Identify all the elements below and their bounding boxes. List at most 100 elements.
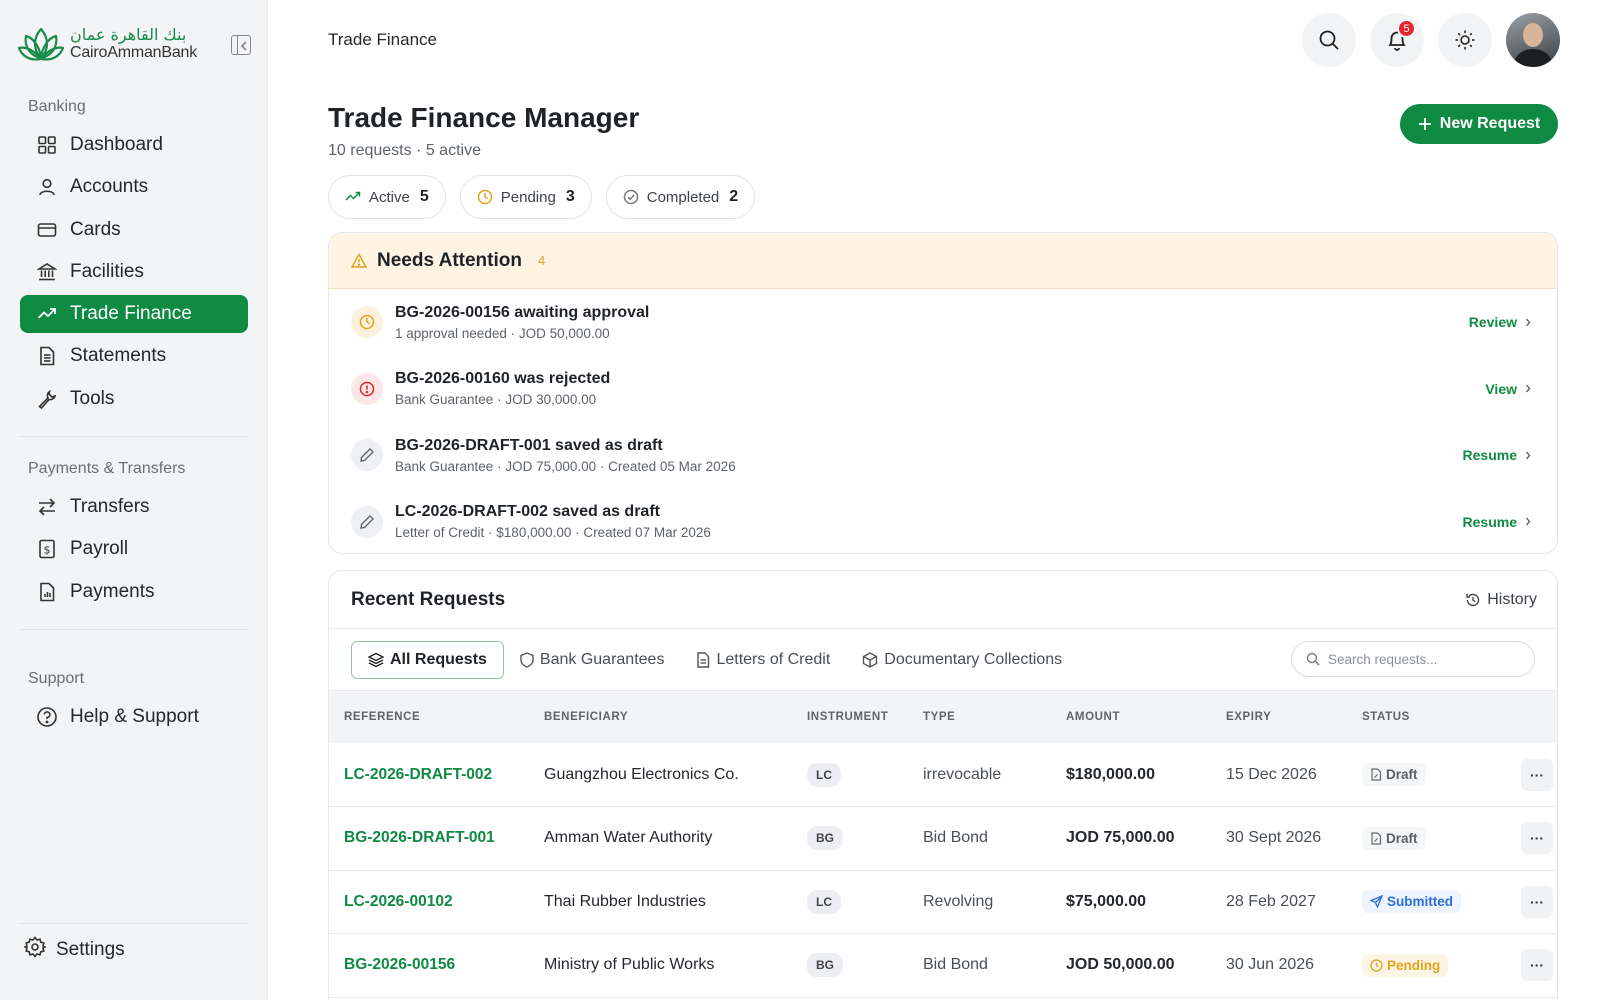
trend-icon (345, 191, 361, 201)
beneficiary-cell: Thai Rubber Industries (529, 870, 792, 934)
search-placeholder: Search requests... (1328, 651, 1438, 667)
row-more-button[interactable]: ··· (1521, 949, 1553, 982)
action-label: Review (1468, 314, 1517, 330)
beneficiary-cell: Amman Water Authority (529, 806, 792, 871)
attention-item: BG-2026-00156 awaiting approval 1 approv… (329, 289, 1557, 356)
amount-cell: $75,000.00 (1051, 870, 1211, 934)
column-header[interactable]: AMOUNT (1051, 691, 1211, 743)
sidebar-item-payments[interactable]: Payments (20, 573, 248, 611)
sidebar-item-help-support[interactable]: Help & Support (20, 698, 248, 736)
svg-text:$: $ (44, 544, 51, 557)
chip-count: 5 (419, 188, 429, 205)
user-icon (36, 176, 58, 198)
review-link[interactable]: Review (1469, 314, 1531, 330)
recent-requests-panel: Recent Requests History All Requests Ban… (328, 570, 1558, 1000)
status-label: Draft (1386, 830, 1418, 846)
gear-icon (23, 936, 47, 964)
expiry-cell: 28 Feb 2027 (1211, 870, 1347, 934)
tab-bank-guarantees[interactable]: Bank Guarantees (504, 641, 681, 679)
warning-icon (351, 252, 367, 268)
table-row[interactable]: LC-2026-DRAFT-002 Guangzhou Electronics … (329, 743, 1557, 807)
sidebar-item-settings[interactable]: Settings (23, 936, 125, 964)
package-icon (863, 651, 878, 668)
request-filter-bar: All Requests Bank Guarantees Letters of … (329, 629, 1557, 691)
column-header[interactable]: STATUS (1347, 691, 1492, 743)
instrument-cell: LC (792, 743, 908, 807)
sidebar-item-dashboard[interactable]: Dashboard (20, 126, 248, 164)
sidebar-item-accounts[interactable]: Accounts (20, 168, 248, 206)
chevron-right-icon (1526, 451, 1531, 459)
column-header[interactable]: TYPE (908, 691, 1051, 743)
column-header[interactable]: INSTRUMENT (792, 691, 908, 743)
chip-label: Completed (646, 188, 720, 206)
alert-circle-icon (351, 372, 383, 405)
plus-icon (1418, 118, 1431, 130)
table-row[interactable]: BG-2026-DRAFT-001 Amman Water Authority … (329, 806, 1557, 871)
chip-pending[interactable]: Pending 3 (459, 175, 592, 219)
search-input[interactable]: Search requests... (1291, 641, 1535, 677)
recent-requests-header: Recent Requests (329, 571, 1557, 629)
tab-documentary-collections[interactable]: Documentary Collections (846, 641, 1078, 679)
tab-all-requests[interactable]: All Requests (351, 640, 504, 679)
row-more-button[interactable]: ··· (1521, 885, 1553, 918)
history-icon (1466, 593, 1480, 607)
search-button[interactable] (1302, 13, 1356, 67)
sidebar-item-tools[interactable]: Tools (20, 380, 248, 418)
action-label: Resume (1462, 447, 1517, 463)
column-header[interactable]: BENEFICIARY (529, 691, 792, 743)
status-cell: Draft (1347, 743, 1492, 807)
sidebar-item-transfers[interactable]: Transfers (20, 488, 248, 526)
sun-icon (1455, 30, 1475, 50)
resume-link[interactable]: Resume (1463, 514, 1531, 530)
reference-link[interactable]: BG-2026-DRAFT-001 (329, 806, 529, 871)
actions-cell: ··· (1492, 870, 1557, 934)
needs-attention-panel: Needs Attention 4 BG-2026-00156 awaiting… (328, 232, 1558, 554)
reference-link[interactable]: BG-2026-00156 (329, 933, 529, 998)
more-icon: ··· (1530, 893, 1544, 910)
row-more-button[interactable]: ··· (1521, 758, 1553, 791)
instrument-cell: LC (792, 870, 908, 934)
reference-link[interactable]: LC-2026-DRAFT-002 (329, 743, 529, 807)
chevron-right-icon (1526, 517, 1531, 526)
sidebar-item-cards[interactable]: Cards (20, 211, 248, 249)
sidebar-item-payroll[interactable]: $ Payroll (20, 530, 248, 568)
sidebar-item-trade-finance[interactable]: Trade Finance (20, 295, 248, 334)
row-more-button[interactable]: ··· (1521, 822, 1553, 855)
column-header[interactable]: REFERENCE (329, 691, 529, 743)
collapse-sidebar-button[interactable] (231, 35, 251, 55)
view-link[interactable]: View (1485, 381, 1531, 397)
avatar[interactable] (1506, 13, 1560, 67)
expiry-cell: 15 Dec 2026 (1211, 743, 1347, 807)
attention-item: BG-2026-00160 was rejected Bank Guarante… (329, 356, 1557, 423)
attention-item-title: LC-2026-DRAFT-002 saved as draft (395, 503, 660, 521)
help-icon (36, 706, 58, 728)
sidebar-item-statements[interactable]: Statements (20, 337, 248, 375)
notifications-button[interactable]: 5 (1370, 13, 1424, 67)
page-subtitle: 10 requests · 5 active (328, 142, 481, 159)
sidebar-item-facilities[interactable]: Facilities (20, 253, 248, 291)
actions-cell: ··· (1492, 806, 1557, 871)
history-button[interactable]: History (1465, 591, 1537, 609)
table-row[interactable]: LC-2026-00102 Thai Rubber Industries LC … (329, 870, 1557, 934)
status-badge: Pending (1362, 953, 1449, 977)
instrument-badge: BG (807, 953, 843, 978)
sidebar-item-label: Payroll (70, 538, 129, 560)
chip-active[interactable]: Active 5 (328, 175, 446, 219)
theme-toggle-button[interactable] (1438, 13, 1492, 67)
status-label: Pending (1387, 957, 1441, 973)
brand-logo[interactable]: بنك القاهرة عمان CairoAmmanBank (18, 24, 197, 64)
new-request-button[interactable]: New Request (1400, 104, 1558, 144)
status-cell: Submitted (1347, 870, 1492, 934)
clock-icon (477, 189, 493, 205)
reference-link[interactable]: LC-2026-00102 (329, 870, 529, 934)
attention-item-subtitle: Bank Guarantee · JOD 75,000.00 · Created… (395, 458, 736, 474)
nav-support: Support Help & Support (20, 670, 248, 740)
chip-completed[interactable]: Completed 2 (605, 175, 756, 219)
requests-table: REFERENCE BENEFICIARY INSTRUMENT TYPE AM… (329, 691, 1557, 998)
wrench-icon (36, 388, 58, 410)
resume-link[interactable]: Resume (1463, 447, 1531, 463)
column-header[interactable]: EXPIRY (1211, 691, 1347, 743)
table-row[interactable]: BG-2026-00156 Ministry of Public Works B… (329, 933, 1557, 998)
layers-icon (368, 652, 384, 667)
tab-letters-of-credit[interactable]: Letters of Credit (680, 641, 846, 679)
